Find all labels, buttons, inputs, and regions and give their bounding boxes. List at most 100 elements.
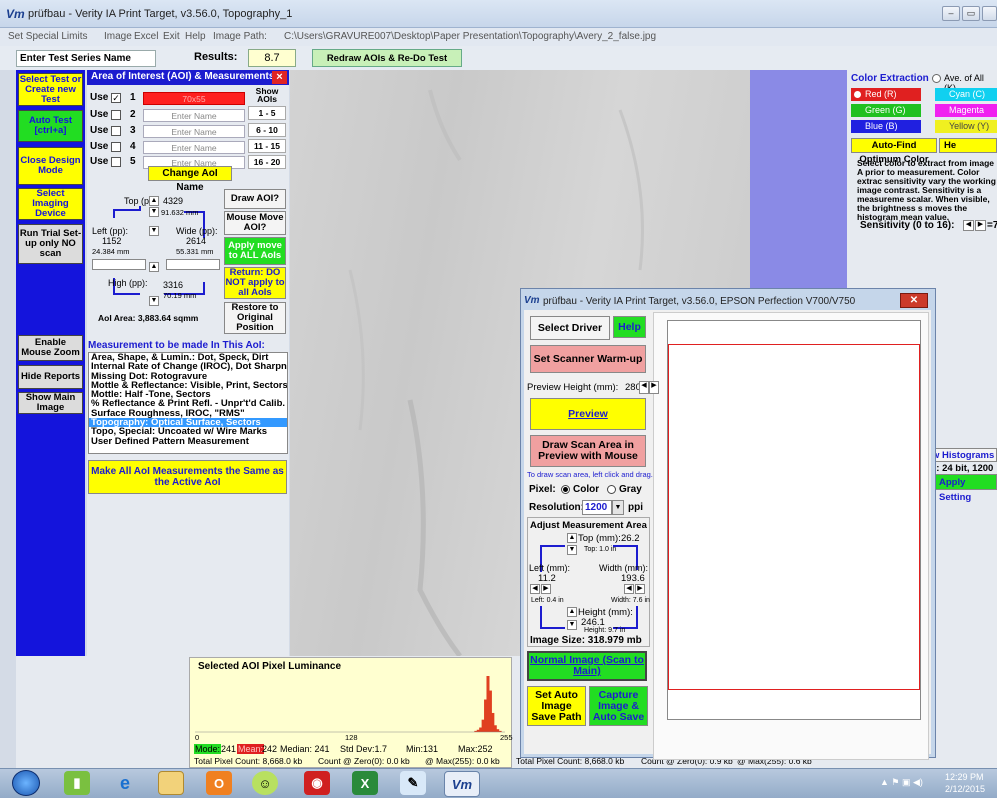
sensitivity-down-icon[interactable]: ◀: [963, 220, 974, 231]
width-mm-inc[interactable]: ▶: [635, 584, 645, 594]
top-down-spinner[interactable]: ▼: [149, 207, 159, 217]
close-window-button[interactable]: [982, 6, 997, 21]
file-explorer-icon[interactable]: [158, 771, 184, 795]
show-histograms-button[interactable]: w Histograms: [931, 448, 997, 462]
restore-position-button[interactable]: Restore to Original Position: [224, 302, 286, 334]
make-all-same-button[interactable]: Make All AoI Measurements the Same as th…: [88, 460, 287, 494]
test-series-name-input[interactable]: Enter Test Series Name: [16, 50, 156, 67]
start-orb-icon[interactable]: [12, 770, 40, 796]
list-item[interactable]: Internal Rate of Change (IROC), Dot Shar…: [89, 362, 287, 371]
apply-move-all-button[interactable]: Apply move to ALL AoIs: [224, 237, 286, 265]
color-help-button[interactable]: He: [939, 138, 997, 153]
verity-app-icon[interactable]: Vm: [444, 771, 480, 797]
aoi-2-name-input[interactable]: Enter Name: [143, 109, 245, 122]
normal-image-button[interactable]: Normal Image (Scan to Main): [527, 651, 647, 681]
list-item[interactable]: Area, Shape, & Lumin.: Dot, Speck, Dirt: [89, 353, 287, 362]
minimize-button[interactable]: –: [942, 6, 960, 21]
auto-test-button[interactable]: Auto Test [ctrl+a]: [18, 110, 83, 142]
left-scrollbar[interactable]: [92, 259, 146, 270]
run-trial-button[interactable]: Run Trial Set-up only NO scan: [18, 224, 83, 264]
select-test-button[interactable]: Select Test or Create new Test: [18, 73, 83, 106]
pixel-gray-radio[interactable]: [607, 485, 616, 494]
clock-date[interactable]: 2/12/2015: [945, 784, 985, 794]
aoi-close-button[interactable]: ×: [272, 71, 287, 84]
capture-auto-save-button[interactable]: Capture Image & Auto Save: [589, 686, 648, 726]
preview-height-up[interactable]: ▶: [649, 381, 659, 394]
close-design-mode-button[interactable]: Close Design Mode: [18, 147, 83, 185]
wide-scrollbar[interactable]: [166, 259, 220, 270]
excel-icon[interactable]: X: [352, 771, 378, 795]
aoi-1-checkbox[interactable]: ✓: [111, 93, 121, 103]
menu-exit[interactable]: Exit: [163, 31, 180, 42]
high-down-spinner[interactable]: ▼: [149, 296, 159, 306]
menu-help[interactable]: Help: [185, 31, 206, 42]
preview-button[interactable]: Preview: [530, 398, 646, 430]
show-main-image-button[interactable]: Show Main Image: [18, 392, 83, 414]
measurement-list[interactable]: Area, Shape, & Lumin.: Dot, Speck, Dirt …: [88, 352, 288, 454]
sensitivity-up-icon[interactable]: ▶: [975, 220, 986, 231]
menu-set-special-limits[interactable]: Set Special Limits: [8, 31, 87, 42]
high-up-spinner[interactable]: ▲: [149, 262, 159, 272]
list-item[interactable]: User Defined Pattern Measurement: [89, 437, 287, 446]
redraw-aois-button[interactable]: Redraw AOIs & Re-Do Test [ctrl+z]: [312, 49, 462, 81]
aoi-5-checkbox[interactable]: [111, 157, 121, 167]
list-item-selected[interactable]: Topography: Optical Surface, Sectors: [89, 418, 287, 428]
aoi-4-name-input[interactable]: Enter Name: [143, 141, 245, 154]
top-mm-down[interactable]: ▼: [567, 545, 577, 555]
list-item[interactable]: Mottle & Reflectance: Visible, Print, Se…: [89, 381, 287, 390]
left-mm-inc[interactable]: ▶: [541, 584, 551, 594]
aoi-1-name-input[interactable]: 70x55: [143, 92, 245, 105]
show-aoi-range-4[interactable]: 16 - 20: [248, 155, 286, 169]
resolution-select[interactable]: 1200: [582, 500, 612, 515]
show-aoi-range-1[interactable]: 1 - 5: [248, 106, 286, 120]
internet-explorer-icon[interactable]: e: [112, 771, 138, 795]
color-option-green[interactable]: Green (G): [851, 104, 921, 117]
show-aoi-range-2[interactable]: 6 - 10: [248, 123, 286, 137]
outlook-icon[interactable]: O: [206, 771, 232, 795]
change-aoi-name-button[interactable]: Change AoI Name: [148, 166, 232, 193]
list-item[interactable]: % Reflectance & Print Refl. - Unpr't'd C…: [89, 399, 287, 408]
list-item[interactable]: Topo, Special: Uncoated w/ Wire Marks: [89, 427, 287, 436]
ave-all-radio[interactable]: [932, 74, 941, 83]
color-option-blue[interactable]: Blue (B): [851, 120, 921, 133]
color-option-magenta[interactable]: Magenta (M): [935, 104, 997, 128]
dialog-help-button[interactable]: Help: [613, 316, 646, 338]
move-down-spinner[interactable]: ▼: [149, 226, 159, 236]
list-item[interactable]: Mottle: Half -Tone, Sectors: [89, 390, 287, 399]
draw-scan-area-button[interactable]: Draw Scan Area in Preview with Mouse: [530, 435, 646, 467]
bar-chart-app-icon[interactable]: ▮: [64, 771, 90, 795]
scanner-warmup-button[interactable]: Set Scanner Warm-up: [530, 345, 646, 373]
return-no-apply-button[interactable]: Return: DO NOT apply to all AoIs: [224, 267, 286, 299]
menu-image[interactable]: Image: [104, 31, 132, 42]
camera-app-icon[interactable]: ◉: [304, 771, 330, 795]
height-mm-down[interactable]: ▼: [567, 620, 577, 630]
list-item[interactable]: Missing Dot: Rotogravure: [89, 372, 287, 381]
show-aoi-range-3[interactable]: 11 - 15: [248, 139, 286, 153]
auto-find-color-button[interactable]: Auto-Find Optimum Color: [851, 138, 937, 165]
height-mm-up[interactable]: ▲: [567, 607, 577, 617]
aoi-3-name-input[interactable]: Enter Name: [143, 125, 245, 138]
aoi-3-checkbox[interactable]: [111, 126, 121, 136]
color-option-cyan[interactable]: Cyan (C): [935, 88, 997, 101]
color-option-yellow[interactable]: Yellow (Y): [935, 120, 997, 133]
paint-icon[interactable]: ✎: [400, 771, 426, 795]
draw-aoi-button[interactable]: Draw AOI?: [224, 189, 286, 209]
dialog-close-button[interactable]: ✕: [900, 293, 928, 308]
aoi-4-checkbox[interactable]: [111, 142, 121, 152]
preview-height-down[interactable]: ◀: [639, 381, 649, 394]
select-imaging-device-button[interactable]: Select Imaging Device: [18, 188, 83, 220]
tray-icons[interactable]: ▲ ⚑ ▣ ◀): [880, 777, 923, 788]
menu-excel[interactable]: Excel: [134, 31, 158, 42]
smile-app-icon[interactable]: ☺: [252, 771, 278, 795]
hide-reports-button[interactable]: Hide Reports: [18, 365, 83, 389]
color-option-red[interactable]: Red (R): [851, 88, 921, 101]
mouse-move-aoi-button[interactable]: Mouse Move AOI?: [224, 211, 286, 235]
menu-image-path[interactable]: Image Path:: [213, 31, 267, 42]
resolution-dropdown-icon[interactable]: ▼: [612, 500, 624, 515]
list-item[interactable]: Surface Roughness, IROC, "RMS": [89, 409, 287, 418]
enable-mouse-zoom-button[interactable]: Enable Mouse Zoom: [18, 335, 83, 361]
apply-settings-button[interactable]: Apply Setting: [934, 474, 997, 503]
top-mm-up[interactable]: ▲: [567, 533, 577, 543]
select-driver-button[interactable]: Select Driver: [530, 316, 610, 340]
left-mm-dec[interactable]: ◀: [530, 584, 540, 594]
